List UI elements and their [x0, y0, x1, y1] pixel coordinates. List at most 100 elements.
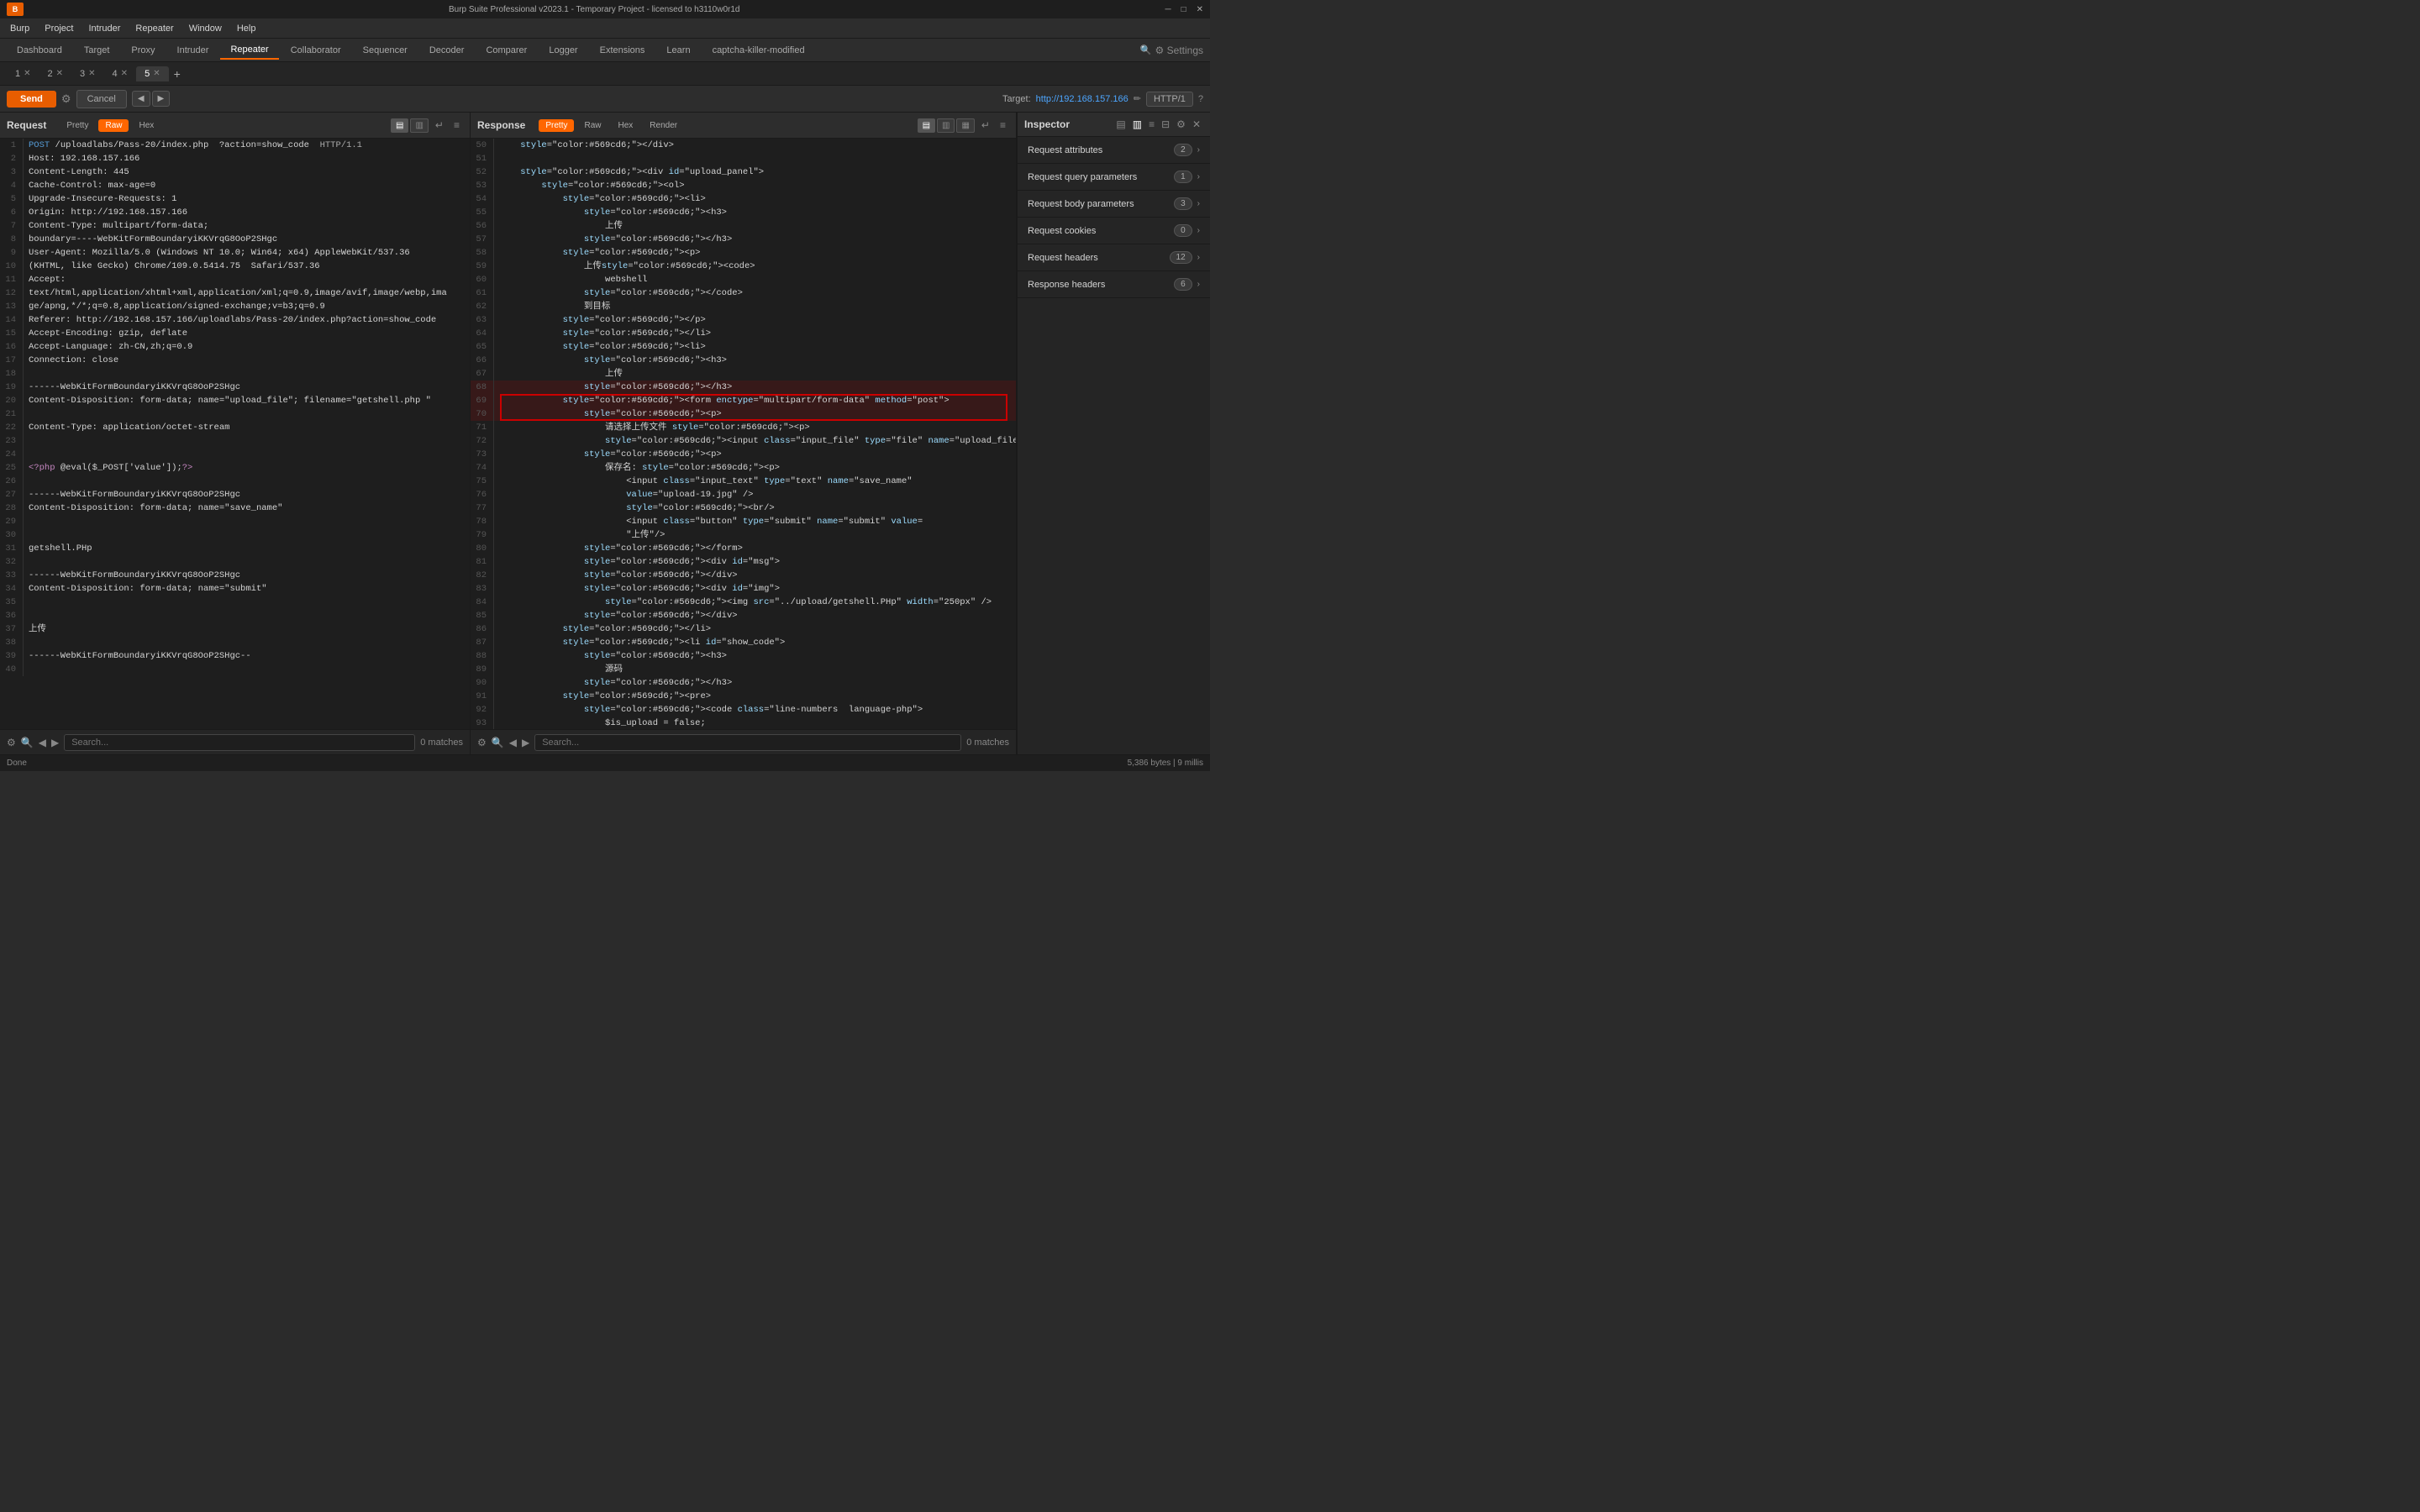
response-search-prev[interactable]: ⚙ [477, 737, 487, 748]
inspector-section-response-headers[interactable]: Response headers 6 › [1018, 271, 1210, 298]
search-icon[interactable]: 🔍 [1140, 45, 1152, 55]
response-wrap-btn[interactable]: ↵ [978, 118, 993, 133]
response-more-btn[interactable]: ≡ [997, 118, 1009, 133]
response-tab-hex[interactable]: Hex [612, 119, 640, 132]
request-wrap-btn[interactable]: ↵ [432, 118, 447, 133]
menu-window[interactable]: Window [182, 22, 229, 35]
line-content: 上传 [499, 367, 1016, 381]
response-code-area[interactable]: 50 style="color:#569cd6;"></div>5152 sty… [471, 139, 1016, 729]
cancel-button[interactable]: Cancel [76, 90, 127, 108]
navtab-target[interactable]: Target [74, 42, 120, 59]
target-area: Target: http://192.168.157.166 ✏ HTTP/1 … [1002, 92, 1203, 107]
request-tab-pretty[interactable]: Pretty [60, 119, 95, 132]
maximize-button[interactable]: □ [1181, 5, 1186, 14]
line-number: 1 [0, 139, 24, 152]
send-button[interactable]: Send [7, 91, 56, 108]
inspector-section-request-attributes-header[interactable]: Request attributes 2 › [1018, 137, 1210, 163]
navtab-learn[interactable]: Learn [656, 42, 700, 59]
close-tab-4[interactable]: ✕ [121, 69, 128, 78]
inspector-section-cookies-header[interactable]: Request cookies 0 › [1018, 218, 1210, 244]
add-tab-button[interactable]: + [169, 66, 186, 82]
inspector-section-query-params-header[interactable]: Request query parameters 1 › [1018, 164, 1210, 190]
inspector-align-icon[interactable]: ≡ [1146, 118, 1157, 131]
navtab-captcha[interactable]: captcha-killer-modified [702, 42, 815, 59]
gear-icon[interactable]: ⚙ [61, 92, 71, 106]
prev-button[interactable]: ◀ [132, 91, 150, 107]
next-button[interactable]: ▶ [152, 91, 171, 107]
repeater-tab-3[interactable]: 3 ✕ [71, 66, 104, 81]
close-tab-3[interactable]: ✕ [88, 69, 95, 78]
menu-repeater[interactable]: Repeater [129, 22, 180, 35]
line-number: 58 [471, 246, 494, 260]
line-number: 14 [0, 313, 24, 327]
request-nav-prev[interactable]: ◀ [39, 737, 46, 748]
close-tab-1[interactable]: ✕ [24, 69, 30, 78]
navtab-sequencer[interactable]: Sequencer [353, 42, 418, 59]
response-line: 67 上传 [471, 367, 1016, 381]
inspector-section-request-headers[interactable]: Request headers 12 › [1018, 244, 1210, 271]
request-nav-next[interactable]: ▶ [51, 737, 59, 748]
request-line: 19------WebKitFormBoundaryiKKVrqG8OoP2SH… [0, 381, 470, 394]
close-tab-5[interactable]: ✕ [153, 69, 160, 78]
close-button[interactable]: ✕ [1197, 5, 1203, 14]
menu-burp[interactable]: Burp [3, 22, 36, 35]
request-tab-hex[interactable]: Hex [132, 119, 160, 132]
menu-project[interactable]: Project [38, 22, 80, 35]
edit-target-icon[interactable]: ✏ [1134, 93, 1141, 104]
response-search-settings[interactable]: 🔍 [492, 737, 504, 748]
navtab-collaborator[interactable]: Collaborator [281, 42, 351, 59]
repeater-tab-5[interactable]: 5 ✕ [136, 66, 169, 81]
target-url[interactable]: http://192.168.157.166 [1036, 94, 1128, 104]
inspector-settings-icon[interactable]: ⚙ [1174, 118, 1188, 131]
navtab-dashboard[interactable]: Dashboard [7, 42, 72, 59]
response-tab-pretty[interactable]: Pretty [539, 119, 574, 132]
repeater-tab-2[interactable]: 2 ✕ [39, 66, 72, 81]
request-view-btn-1[interactable]: ▤ [391, 118, 408, 133]
navtab-extensions[interactable]: Extensions [590, 42, 655, 59]
request-code-area[interactable]: 1POST /uploadlabs/Pass-20/index.php ?act… [0, 139, 470, 729]
response-view-btn-3[interactable]: ▦ [956, 118, 974, 133]
response-view-btn-2[interactable]: ▥ [937, 118, 955, 133]
minimize-button[interactable]: ─ [1165, 5, 1171, 14]
repeater-tab-4[interactable]: 4 ✕ [104, 66, 137, 81]
inspector-section-body-params-header[interactable]: Request body parameters 3 › [1018, 191, 1210, 217]
request-search-prev[interactable]: ⚙ [7, 737, 16, 748]
request-search-settings[interactable]: 🔍 [21, 737, 34, 748]
navtab-decoder[interactable]: Decoder [419, 42, 475, 59]
repeater-tab-1[interactable]: 1 ✕ [7, 66, 39, 81]
inspector-section-request-headers-header[interactable]: Request headers 12 › [1018, 244, 1210, 270]
inspector-section-query-params[interactable]: Request query parameters 1 › [1018, 164, 1210, 191]
menu-intruder[interactable]: Intruder [82, 22, 128, 35]
close-tab-2[interactable]: ✕ [56, 69, 63, 78]
navtab-logger[interactable]: Logger [539, 42, 587, 59]
request-tab-raw[interactable]: Raw [98, 119, 129, 132]
request-search-input[interactable] [64, 734, 415, 751]
inspector-section-response-headers-header[interactable]: Response headers 6 › [1018, 271, 1210, 297]
http-version-select[interactable]: HTTP/1 [1146, 92, 1193, 107]
response-view-btn-1[interactable]: ▤ [918, 118, 935, 133]
menu-help[interactable]: Help [230, 22, 263, 35]
inspector-section-body-params[interactable]: Request body parameters 3 › [1018, 191, 1210, 218]
navtab-repeater[interactable]: Repeater [220, 41, 278, 60]
line-content: Connection: close [29, 354, 470, 367]
response-tab-render[interactable]: Render [643, 119, 684, 132]
inspector-section-request-attributes[interactable]: Request attributes 2 › [1018, 137, 1210, 164]
navtab-intruder[interactable]: Intruder [167, 42, 219, 59]
request-more-btn[interactable]: ≡ [450, 118, 463, 133]
help-icon[interactable]: ? [1198, 94, 1203, 104]
request-view-btn-2[interactable]: ▥ [410, 118, 428, 133]
line-number: 55 [471, 206, 494, 219]
inspector-section-cookies[interactable]: Request cookies 0 › [1018, 218, 1210, 244]
navtab-proxy[interactable]: Proxy [121, 42, 165, 59]
response-tab-raw[interactable]: Raw [577, 119, 608, 132]
inspector-view-2[interactable]: ▥ [1130, 118, 1144, 131]
response-search-input[interactable] [534, 734, 961, 751]
navtab-comparer[interactable]: Comparer [476, 42, 537, 59]
inspector-collapse-icon[interactable]: ⊟ [1159, 118, 1172, 131]
settings-button[interactable]: ⚙ Settings [1155, 45, 1203, 56]
response-line: 92 style="color:#569cd6;"><code class="l… [471, 703, 1016, 717]
response-nav-prev[interactable]: ◀ [509, 737, 517, 748]
inspector-close-icon[interactable]: ✕ [1190, 118, 1203, 131]
inspector-view-1[interactable]: ▤ [1113, 118, 1128, 131]
response-nav-next[interactable]: ▶ [522, 737, 529, 748]
